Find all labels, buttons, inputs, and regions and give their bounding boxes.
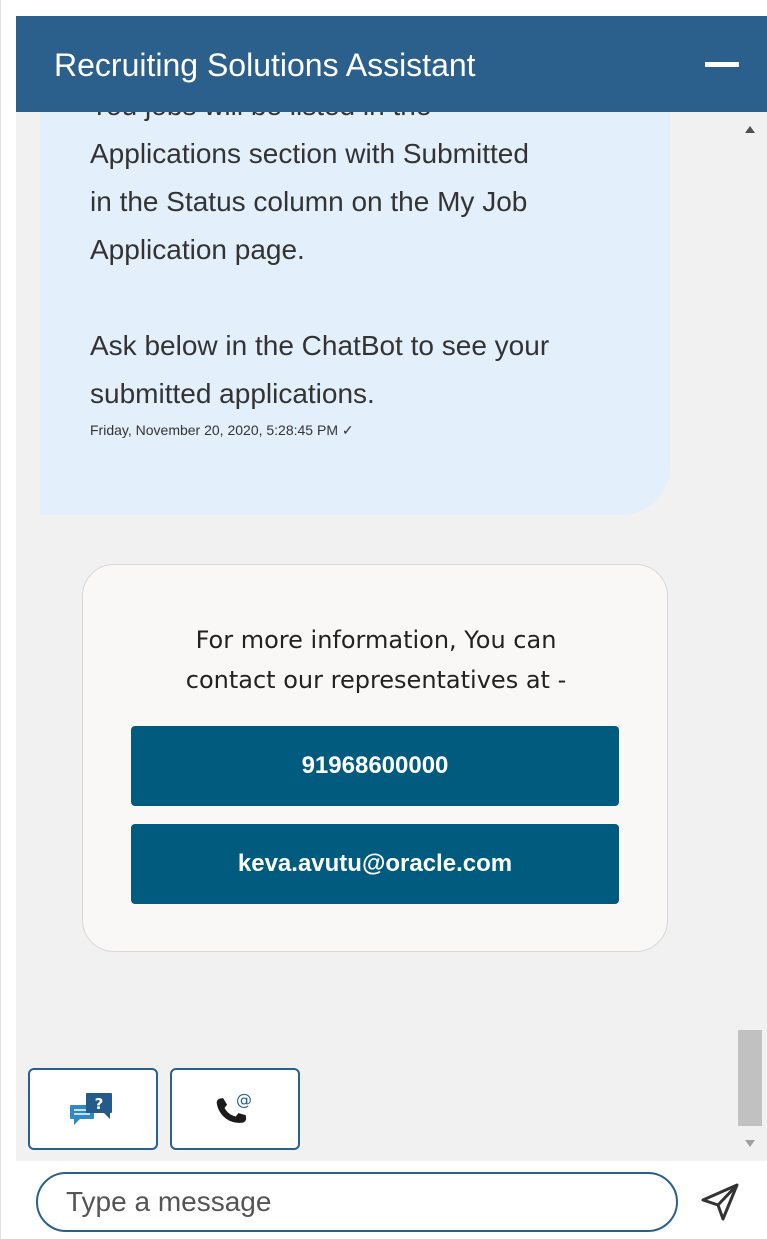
- message-input[interactable]: [36, 1172, 678, 1232]
- header-title: Recruiting Solutions Assistant: [54, 47, 476, 83]
- window-left-edge: [0, 0, 16, 1239]
- svg-text:@: @: [236, 1090, 252, 1109]
- scrollbar[interactable]: [738, 112, 767, 1161]
- contact-card: For more information, You can contact ou…: [82, 564, 668, 952]
- message-line: Applications section with Submitted: [90, 138, 529, 169]
- minimize-icon[interactable]: [705, 62, 739, 67]
- svg-text:?: ?: [95, 1095, 104, 1113]
- message-line: Application page.: [90, 234, 305, 265]
- message-line: [90, 274, 650, 322]
- phone-button[interactable]: 91968600000: [131, 726, 619, 806]
- message-composer: [16, 1161, 767, 1239]
- send-icon[interactable]: [699, 1181, 741, 1223]
- phone-at-icon: @: [216, 1090, 252, 1123]
- message-timestamp: Friday, November 20, 2020, 5:28:45 PM ✓: [90, 422, 354, 438]
- message-line: submitted applications.: [90, 378, 375, 409]
- contact-card-text: For more information, You can contact ou…: [83, 620, 669, 700]
- contact-action-button[interactable]: @: [170, 1068, 300, 1150]
- chat-header: Recruiting Solutions Assistant: [16, 16, 767, 112]
- message-line: Ask below in the ChatBot to see your: [90, 330, 550, 361]
- contact-text-line: For more information, You can: [195, 626, 557, 654]
- window-top-edge: [0, 0, 767, 8]
- chat-transcript[interactable]: You jobs will be listed in the Applicati…: [16, 112, 738, 1161]
- bot-message-text: You jobs will be listed in the Applicati…: [90, 112, 650, 418]
- email-button[interactable]: keva.avutu@oracle.com: [131, 824, 619, 904]
- chat-question-icon: ?: [70, 1093, 112, 1125]
- faq-action-button[interactable]: ?: [28, 1068, 158, 1150]
- contact-text-line: contact our representatives at -: [185, 666, 567, 694]
- scroll-up-arrow-icon[interactable]: [745, 126, 755, 133]
- scroll-down-arrow-icon[interactable]: [745, 1140, 755, 1147]
- bot-message-bubble: You jobs will be listed in the Applicati…: [40, 112, 670, 515]
- scroll-thumb[interactable]: [738, 1030, 762, 1126]
- message-line: You jobs will be listed in the: [90, 112, 650, 130]
- message-line: in the Status column on the My Job: [90, 186, 528, 217]
